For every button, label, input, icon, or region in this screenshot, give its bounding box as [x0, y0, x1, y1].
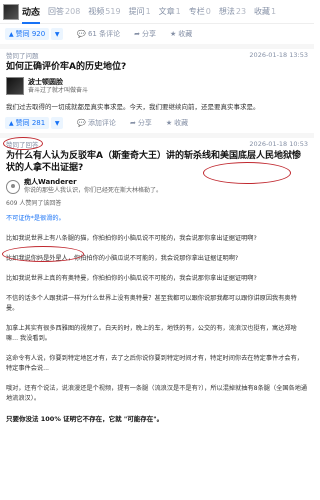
favorite-button[interactable]: ★ 收藏: [170, 29, 192, 39]
answer-excerpt[interactable]: 我们过去取得的一切成就都是真实事求是。今天，我们要继续向前，还是要真实事求是。: [6, 101, 308, 113]
share-icon: ➦: [134, 30, 140, 38]
upvote-button[interactable]: ▲ 赞同 920: [5, 28, 50, 40]
author-bio: 奋斗过了就才叫做奋斗: [28, 86, 89, 94]
downvote-button[interactable]: ▼: [51, 117, 64, 129]
comments-button[interactable]: 💬 添加评论: [77, 118, 116, 128]
card1-actions: ▲ 赞同 281 ▼ 💬 添加评论 ➦ 分享 ★ 收藏: [0, 113, 314, 133]
author-avatar[interactable]: [6, 77, 24, 95]
feed-card-2: 赞同了回答 2026-01-18 10:53 为什么有人认为反驳牢A（斯奎奇大王…: [0, 137, 314, 424]
answer-paragraph: 比如我说世界上真的有奥特曼，你拍拍你的小脑瓜说不可能的，我会说那你拿出证据证明啊…: [6, 275, 257, 282]
question-title[interactable]: 如何正确评价牢A的历史地位?: [6, 61, 308, 73]
upvote-arrow-icon: ▲: [9, 119, 14, 127]
favorite-button[interactable]: ★ 收藏: [166, 118, 188, 128]
tab-activity[interactable]: 动态: [22, 5, 40, 18]
author-name[interactable]: 痴人Wanderer: [24, 178, 162, 187]
tab-thoughts[interactable]: 想法23: [219, 6, 246, 17]
answer-paragraph: 比如我说世界上有八条腿的猫，你拍拍你的小脑瓜说不可能的，我会说那你拿出证据证明啊…: [6, 235, 257, 242]
activity-date: 2026-01-18 13:53: [249, 51, 308, 59]
circled-text: 还是要真实事求是。: [201, 103, 260, 111]
tab-favorites[interactable]: 收藏1: [254, 6, 276, 17]
active-tab-indicator: [22, 22, 40, 24]
author-avatar[interactable]: [6, 179, 20, 194]
red-annotation-circle: [3, 137, 43, 150]
share-icon: ➦: [129, 119, 136, 127]
answer-paragraph: 只要你没法 100% 证明它不存在，它就 "可能存在"。: [6, 415, 164, 423]
avatar[interactable]: [3, 3, 19, 20]
upvote-button[interactable]: ▲ 赞同 281: [5, 117, 50, 129]
tab-columns[interactable]: 专栏0: [189, 6, 211, 17]
red-annotation-circle: [2, 246, 84, 262]
upvote-arrow-icon: ▲: [9, 30, 14, 38]
answer-paragraph: 不信的话多个人跟我讲一样为什么世界上没有奥特曼？甚至我都可以跟你说那我都可以跟你…: [6, 295, 297, 312]
answer-paragraph: 加拿上其实有很多西雅图的视频了。白天的时，晚上的车，地铁的有，公交的有，流浪汉也…: [6, 325, 297, 342]
profile-tab-bar: 动态 回答208 视频519 提问1 文章1 专栏0 想法23 收藏1: [0, 0, 314, 24]
tab-videos[interactable]: 视频519: [88, 6, 120, 17]
comment-icon: 💬: [77, 30, 86, 38]
comments-button[interactable]: 💬 61 条评论: [77, 29, 120, 39]
feed-card-1: 赞同了问题 2026-01-18 13:53 如何正确评价牢A的历史地位? 波士…: [0, 49, 314, 184]
star-icon: ★: [165, 119, 173, 127]
activity-meta: 赞同了回答 2026-01-18 10:53: [6, 138, 308, 150]
share-button[interactable]: ➦ 分享: [134, 29, 156, 39]
author-name[interactable]: 波士顿圆脸: [28, 78, 88, 87]
votes-count: 609 人赞同了该回答: [6, 200, 62, 207]
downvote-button[interactable]: ▼: [51, 28, 64, 40]
question-title[interactable]: 为什么有人认为反驳牢A（斯奎奇大王）讲的斩杀线和美国底层人民地狱惨状的人拿不出证…: [6, 150, 308, 174]
top-actions: ▲ 赞同 920 ▼ 💬 61 条评论 ➦ 分享 ★ 收藏: [0, 24, 314, 44]
activity-meta: 赞同了问题 2026-01-18 13:53: [6, 49, 308, 61]
activity-action: 赞同了问题: [6, 52, 39, 60]
author-info: 痴人Wanderer 你说的那些人我认识，你们已经死在斯大林格勒了。: [6, 178, 308, 195]
comment-icon: 💬: [77, 119, 86, 127]
answer-paragraph: 这命令有人说，你要到特定地区才有，去了之后你说你要到特定时间才有，特定时间你去在…: [6, 355, 303, 372]
star-icon: ★: [169, 30, 177, 38]
author-info: 波士顿圆脸 奋斗过了就才叫做奋斗: [6, 77, 308, 95]
tab-answers[interactable]: 回答208: [48, 6, 80, 17]
share-button[interactable]: ➦ 分享: [130, 118, 152, 128]
answer-paragraph: 哦对，还有个说法，说浪漫还是个视频，提有一条腿（流浪汉是不是有?），所以混掉就抽…: [6, 385, 308, 402]
circled-line: 不可证伪*是很滑的。: [6, 215, 65, 222]
author-bio: 你说的那些人我认识，你们已经死在斯大林格勒了。: [24, 187, 163, 194]
tab-articles[interactable]: 文章1: [159, 6, 181, 17]
activity-date: 2026-01-18 10:53: [249, 140, 308, 148]
tab-questions[interactable]: 提问1: [129, 6, 151, 17]
